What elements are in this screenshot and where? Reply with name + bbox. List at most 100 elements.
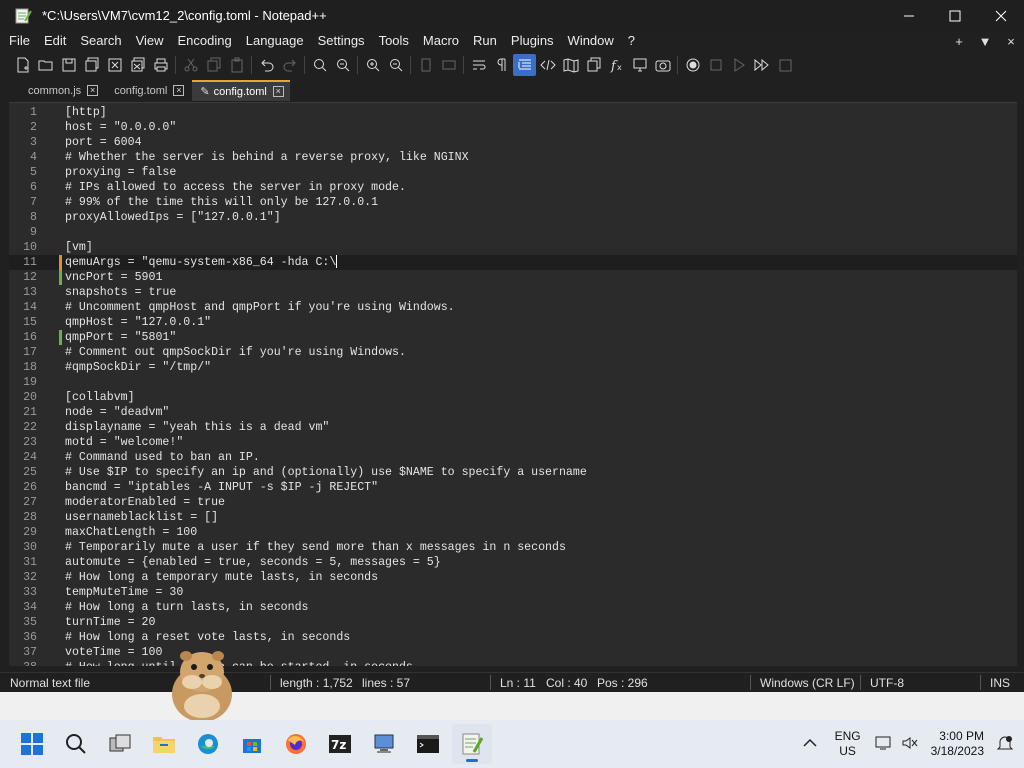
menu-search[interactable]: Search <box>73 31 128 51</box>
zoom-out-button[interactable] <box>384 54 407 76</box>
new-tab-button[interactable]: + <box>946 34 972 49</box>
editor-line[interactable]: 28 usernameblacklist = [] <box>9 510 1017 525</box>
copy-button[interactable] <box>202 54 225 76</box>
record-macro-button[interactable] <box>681 54 704 76</box>
editor-line[interactable]: 23 motd = "welcome!" <box>9 435 1017 450</box>
task-view-button[interactable] <box>100 724 140 764</box>
editor-line[interactable]: 24 # Command used to ban an IP. <box>9 450 1017 465</box>
tab-list-button[interactable]: ▼ <box>972 34 998 49</box>
menu-help[interactable]: ? <box>621 31 642 51</box>
save-button[interactable] <box>57 54 80 76</box>
editor-line[interactable]: 31 automute = {enabled = true, seconds = … <box>9 555 1017 570</box>
editor-line[interactable]: 29 maxChatLength = 100 <box>9 525 1017 540</box>
maximize-button[interactable] <box>932 0 978 31</box>
editor-line[interactable]: 19 <box>9 375 1017 390</box>
menu-tools[interactable]: Tools <box>372 31 416 51</box>
menu-view[interactable]: View <box>129 31 171 51</box>
editor-line[interactable]: 13 snapshots = true <box>9 285 1017 300</box>
editor-line[interactable]: 12 vncPort = 5901 <box>9 270 1017 285</box>
tab-close-icon[interactable]: × <box>87 85 99 96</box>
volume-button[interactable] <box>901 735 919 754</box>
minimize-button[interactable] <box>886 0 932 31</box>
editor-line[interactable]: 6 # IPs allowed to access the server in p… <box>9 180 1017 195</box>
editor-line[interactable]: 14 # Uncomment qmpHost and qmpPort if you… <box>9 300 1017 315</box>
zoom-in-button[interactable] <box>361 54 384 76</box>
replace-button[interactable] <box>331 54 354 76</box>
notepadpp-taskbar-button[interactable] <box>452 724 492 764</box>
monitoring-button[interactable] <box>651 54 674 76</box>
user-lang-button[interactable] <box>536 54 559 76</box>
editor-line[interactable]: 16 qmpPort = "5801" <box>9 330 1017 345</box>
editor-line[interactable]: 26 bancmd = "iptables -A INPUT -s $IP -j … <box>9 480 1017 495</box>
editor-line[interactable]: 5 proxying = false <box>9 165 1017 180</box>
editor-line[interactable]: 10 [vm] <box>9 240 1017 255</box>
doc-map-button[interactable] <box>559 54 582 76</box>
menu-file[interactable]: File <box>0 31 37 51</box>
menu-plugins[interactable]: Plugins <box>504 31 561 51</box>
tab-config-toml[interactable]: config.toml × <box>106 80 190 101</box>
function-list-button[interactable]: fx <box>605 54 628 76</box>
save-all-button[interactable] <box>80 54 103 76</box>
edge-browser-button[interactable] <box>188 724 228 764</box>
show-all-chars-button[interactable] <box>490 54 513 76</box>
editor-line[interactable]: 3 port = 6004 <box>9 135 1017 150</box>
tab-common-js[interactable]: common.js × <box>20 80 104 101</box>
menu-window[interactable]: Window <box>561 31 621 51</box>
clock[interactable]: 3:00 PM 3/18/2023 <box>931 729 984 759</box>
menu-edit[interactable]: Edit <box>37 31 73 51</box>
editor-line[interactable]: 1 [http] <box>9 105 1017 120</box>
paste-button[interactable] <box>225 54 248 76</box>
save-macro-button[interactable] <box>773 54 796 76</box>
sync-horizontal-button[interactable] <box>437 54 460 76</box>
menu-language[interactable]: Language <box>239 31 311 51</box>
file-explorer-button[interactable] <box>144 724 184 764</box>
editor-line[interactable]: 25 # Use $IP to specify an ip and (option… <box>9 465 1017 480</box>
editor-line[interactable]: 27 moderatorEnabled = true <box>9 495 1017 510</box>
status-encoding[interactable]: UTF-8 <box>870 676 904 690</box>
input-language-indicator[interactable]: ENG US <box>835 729 861 759</box>
run-macro-multiple-button[interactable] <box>750 54 773 76</box>
editor-line[interactable]: 22 displayname = "yeah this is a dead vm" <box>9 420 1017 435</box>
open-file-button[interactable] <box>34 54 57 76</box>
editor-line[interactable]: 15 qmpHost = "127.0.0.1" <box>9 315 1017 330</box>
editor-line[interactable]: 32 # How long a temporary mute lasts, in … <box>9 570 1017 585</box>
close-file-button[interactable] <box>103 54 126 76</box>
editor-line[interactable]: 33 tempMuteTime = 30 <box>9 585 1017 600</box>
network-button[interactable] <box>875 735 893 754</box>
firefox-button[interactable] <box>276 724 316 764</box>
close-button[interactable] <box>978 0 1024 31</box>
editor-line[interactable]: 9 <box>9 225 1017 240</box>
terminal-button[interactable] <box>408 724 448 764</box>
editor-line[interactable]: 2 host = "0.0.0.0" <box>9 120 1017 135</box>
stop-macro-button[interactable] <box>704 54 727 76</box>
editor-line[interactable]: 17 # Comment out qmpSockDir if you're usi… <box>9 345 1017 360</box>
print-button[interactable] <box>149 54 172 76</box>
menu-encoding[interactable]: Encoding <box>171 31 239 51</box>
editor-line[interactable]: 8 proxyAllowedIps = ["127.0.0.1"] <box>9 210 1017 225</box>
remote-desktop-button[interactable] <box>364 724 404 764</box>
word-wrap-button[interactable] <box>467 54 490 76</box>
editor-line[interactable]: 7 # 99% of the time this will only be 127… <box>9 195 1017 210</box>
start-button[interactable] <box>12 724 52 764</box>
tab-close-icon[interactable]: × <box>272 86 284 97</box>
taskbar-search-button[interactable] <box>56 724 96 764</box>
cut-button[interactable] <box>179 54 202 76</box>
tab-close-icon[interactable]: × <box>173 85 185 96</box>
menu-settings[interactable]: Settings <box>311 31 372 51</box>
new-file-button[interactable] <box>11 54 34 76</box>
editor-line[interactable]: 34 # How long a turn lasts, in seconds <box>9 600 1017 615</box>
status-insert-mode[interactable]: INS <box>990 676 1010 690</box>
doc-list-button[interactable] <box>582 54 605 76</box>
menu-macro[interactable]: Macro <box>416 31 466 51</box>
play-macro-button[interactable] <box>727 54 750 76</box>
editor-line[interactable]: 18 #qmpSockDir = "/tmp/" <box>9 360 1017 375</box>
editor-line[interactable]: 30 # Temporarily mute a user if they send… <box>9 540 1017 555</box>
editor-line[interactable]: 11 qemuArgs = "qemu-system-x86_64 -hda C:… <box>9 255 1017 270</box>
editor-line[interactable]: 35 turnTime = 20 <box>9 615 1017 630</box>
editor-line[interactable]: 20 [collabvm] <box>9 390 1017 405</box>
sync-vertical-button[interactable] <box>414 54 437 76</box>
show-hidden-icons-button[interactable] <box>803 737 817 751</box>
redo-button[interactable] <box>278 54 301 76</box>
undo-button[interactable] <box>255 54 278 76</box>
indent-guide-button[interactable] <box>513 54 536 76</box>
